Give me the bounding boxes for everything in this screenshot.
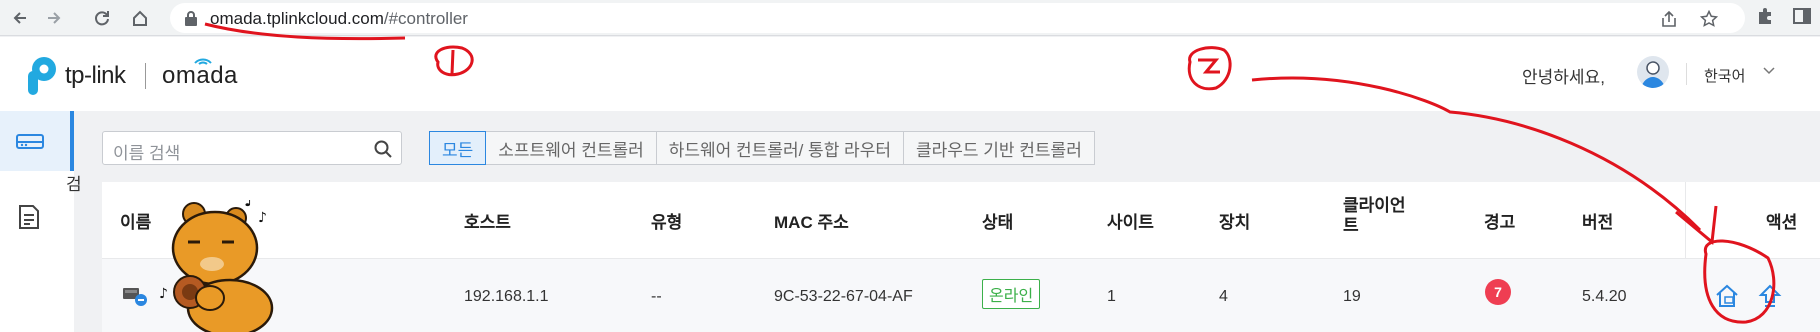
col-header-clients-line1: 클라이언 <box>1343 196 1406 215</box>
filter-software[interactable]: 소프트웨어 컨트롤러 <box>485 131 657 165</box>
back-icon[interactable] <box>8 6 32 30</box>
wifi-icon <box>194 58 212 65</box>
col-header-version[interactable]: 버전 <box>1582 208 1613 233</box>
col-header-alerts[interactable]: 경고 <box>1484 208 1515 233</box>
document-icon <box>19 205 39 229</box>
browser-toolbar: omada.tplinkcloud.com/#controller <box>0 0 1820 36</box>
sidebar-item-controllers[interactable] <box>0 111 74 171</box>
col-header-name[interactable]: 이름 <box>120 208 151 233</box>
address-bar[interactable]: omada.tplinkcloud.com/#controller <box>170 3 1745 33</box>
search-icon[interactable] <box>373 139 393 159</box>
search-input[interactable]: 이름 검색 <box>102 131 402 165</box>
lock-icon <box>185 11 197 26</box>
bear-sticker-image: ♪ ♪ ♪ <box>160 200 274 332</box>
controller-table: 이름 호스트 유형 MAC 주소 상태 사이트 장치 클라이언 트 경고 버전 … <box>102 182 1820 332</box>
col-header-clients-line2: 트 <box>1343 216 1359 235</box>
col-header-clients[interactable]: 클라이언 트 <box>1343 196 1406 236</box>
svg-text:♪: ♪ <box>160 286 168 302</box>
greeting-text: 안녕하세요, <box>1522 68 1605 87</box>
cell-host: 192.168.1.1 <box>464 288 549 305</box>
url-host: omada.tplinkcloud.com <box>210 9 384 28</box>
col-header-host[interactable]: 호스트 <box>464 208 511 233</box>
cell-mac: 9C-53-22-67-04-AF <box>774 288 913 305</box>
avatar[interactable] <box>1637 56 1669 88</box>
cell-type: -- <box>651 288 662 305</box>
cell-sites: 1 <box>1107 288 1116 305</box>
filter-cloud[interactable]: 클라우드 기반 컨트롤러 <box>902 131 1095 165</box>
sidebar-item-documents[interactable] <box>0 185 74 245</box>
logo-divider <box>145 63 146 89</box>
svg-text:♪: ♪ <box>244 200 256 211</box>
chevron-down-icon[interactable] <box>1762 63 1776 80</box>
status-badge: 온라인 <box>982 279 1041 309</box>
sidebar <box>0 111 74 332</box>
filter-hardware[interactable]: 하드웨어 컨트롤러/ 통합 라우터 <box>655 131 904 165</box>
star-icon[interactable] <box>1699 9 1719 28</box>
launch-controller-icon[interactable] <box>1714 283 1740 309</box>
sidepanel-icon[interactable] <box>1792 6 1812 31</box>
search-placeholder: 이름 검색 <box>113 144 181 163</box>
upgrade-icon[interactable] <box>1757 283 1783 309</box>
extensions-icon[interactable] <box>1755 6 1775 31</box>
app-header: tp-link omada 안녕하세요, 한국어 <box>0 37 1820 111</box>
header-divider <box>1686 63 1687 85</box>
share-icon[interactable] <box>1660 10 1678 28</box>
url-path: /#controller <box>383 9 468 28</box>
cell-devices: 4 <box>1219 288 1228 305</box>
url-text: omada.tplinkcloud.com/#controller <box>210 9 468 29</box>
brand-omada: omada <box>162 62 238 89</box>
cell-version: 5.4.20 <box>1582 288 1627 305</box>
col-header-devices[interactable]: 장치 <box>1219 208 1250 233</box>
alert-count-badge[interactable]: 7 <box>1485 279 1511 305</box>
brand-tplink: tp-link <box>65 62 126 89</box>
sidebar-cut-label: 검 <box>66 175 82 194</box>
controller-type-filter: 모든 소프트웨어 컨트롤러 하드웨어 컨트롤러/ 통합 라우터 클라우드 기반 … <box>429 131 1095 165</box>
svg-text:♪: ♪ <box>258 210 267 226</box>
reload-icon[interactable] <box>90 6 114 30</box>
table-row[interactable]: 192.168.1.1 -- 9C-53-22-67-04-AF 온라인 1 4… <box>102 258 1820 332</box>
col-header-type[interactable]: 유형 <box>651 208 682 233</box>
col-header-sites[interactable]: 사이트 <box>1107 208 1154 233</box>
language-select[interactable]: 한국어 <box>1704 65 1745 86</box>
col-header-actions: 액션 <box>1766 213 1798 232</box>
filter-all[interactable]: 모든 <box>429 131 487 165</box>
cell-clients: 19 <box>1343 288 1361 305</box>
col-header-status[interactable]: 상태 <box>982 208 1013 233</box>
controller-device-icon <box>123 288 147 306</box>
controller-list-icon <box>16 134 44 149</box>
home-icon[interactable] <box>128 6 152 30</box>
forward-icon[interactable] <box>42 6 66 30</box>
tplink-logo-icon[interactable] <box>18 55 60 102</box>
col-header-mac[interactable]: MAC 주소 <box>774 208 849 233</box>
